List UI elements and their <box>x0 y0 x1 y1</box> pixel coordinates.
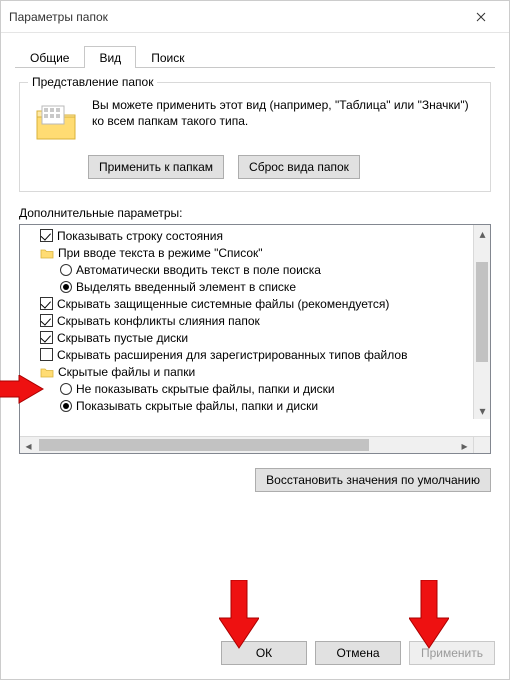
tree-items: Показывать строку состояния При вводе тек… <box>20 227 490 414</box>
tree-item-label: Скрывать защищенные системные файлы (рек… <box>57 297 389 311</box>
checkbox-icon[interactable] <box>40 297 53 310</box>
tree-item[interactable]: Скрывать пустые диски <box>22 329 488 346</box>
tree-item[interactable]: Скрывать конфликты слияния папок <box>22 312 488 329</box>
ok-button[interactable]: ОК <box>221 641 307 665</box>
apply-to-folders-button[interactable]: Применить к папкам <box>88 155 224 179</box>
tree-item-label: Не показывать скрытые файлы, папки и дис… <box>76 382 335 396</box>
tree-item-label: Показывать скрытые файлы, папки и диски <box>76 399 318 413</box>
checkbox-icon[interactable] <box>40 348 53 361</box>
tree-item: При вводе текста в режиме "Список" <box>22 244 488 261</box>
tab-general[interactable]: Общие <box>15 46 84 68</box>
tree-item-label: Автоматически вводить текст в поле поиск… <box>76 263 321 277</box>
horizontal-scroll-thumb[interactable] <box>39 439 369 451</box>
checkbox-icon[interactable] <box>40 331 53 344</box>
tabstrip: Общие Вид Поиск <box>15 43 495 68</box>
scroll-up-icon: ▴ <box>474 225 490 242</box>
folder-views-group: Представление папок Вы можете применить … <box>19 82 491 192</box>
checkbox-icon[interactable] <box>40 229 53 242</box>
tree-viewport: Показывать строку состояния При вводе тек… <box>20 225 490 436</box>
folder-options-dialog: Параметры папок Общие Вид Поиск Представ… <box>0 0 510 680</box>
tree-item[interactable]: Не показывать скрытые файлы, папки и дис… <box>22 380 488 397</box>
radio-icon[interactable] <box>60 281 72 293</box>
scroll-left-icon: ◂ <box>20 437 37 454</box>
folder-icon <box>40 366 54 378</box>
folder-icon <box>40 247 54 259</box>
tab-search[interactable]: Поиск <box>136 46 199 68</box>
apply-button[interactable]: Применить <box>409 641 495 665</box>
radio-icon[interactable] <box>60 264 72 276</box>
tree-item[interactable]: Автоматически вводить текст в поле поиск… <box>22 261 488 278</box>
tree-item-label: Скрывать конфликты слияния папок <box>57 314 260 328</box>
window-title: Параметры папок <box>9 10 461 24</box>
tree-item-label: Выделять введенный элемент в списке <box>76 280 296 294</box>
titlebar: Параметры папок <box>1 1 509 33</box>
close-icon <box>476 12 486 22</box>
folder-views-legend: Представление папок <box>28 75 157 89</box>
tree-item[interactable]: Выделять введенный элемент в списке <box>22 278 488 295</box>
tree-item-label: Скрывать расширения для зарегистрированн… <box>57 348 407 362</box>
folder-views-text: Вы можете применить этот вид (например, … <box>92 97 480 143</box>
checkbox-icon[interactable] <box>40 314 53 327</box>
dialog-body: Общие Вид Поиск Представление папок <box>1 33 509 631</box>
restore-defaults-button[interactable]: Восстановить значения по умолчанию <box>255 468 491 492</box>
tab-view[interactable]: Вид <box>84 46 136 68</box>
radio-icon[interactable] <box>60 383 72 395</box>
tree-item: Скрытые файлы и папки <box>22 363 488 380</box>
folder-views-icon <box>34 99 78 143</box>
tree-item-label: Показывать строку состояния <box>57 229 223 243</box>
advanced-settings-tree: Показывать строку состояния При вводе тек… <box>19 224 491 454</box>
radio-icon[interactable] <box>60 400 72 412</box>
dialog-footer: ОК Отмена Применить <box>1 631 509 679</box>
tree-item[interactable]: Скрывать защищенные системные файлы (рек… <box>22 295 488 312</box>
close-button[interactable] <box>461 3 501 31</box>
tree-item[interactable]: Показывать строку состояния <box>22 227 488 244</box>
horizontal-scrollbar[interactable]: ◂ ▸ <box>20 436 490 453</box>
reset-folders-button[interactable]: Сброс вида папок <box>238 155 360 179</box>
advanced-settings-label: Дополнительные параметры: <box>19 206 491 220</box>
cancel-button[interactable]: Отмена <box>315 641 401 665</box>
tree-item-label: При вводе текста в режиме "Список" <box>58 246 263 260</box>
scroll-right-icon: ▸ <box>456 437 473 454</box>
vertical-scrollbar[interactable]: ▴ ▾ <box>473 225 490 419</box>
tree-item[interactable]: Скрывать расширения для зарегистрированн… <box>22 346 488 363</box>
tree-item-label: Скрывать пустые диски <box>57 331 188 345</box>
tree-item-label: Скрытые файлы и папки <box>58 365 195 379</box>
scroll-down-icon: ▾ <box>474 402 490 419</box>
tree-item[interactable]: Показывать скрытые файлы, папки и диски <box>22 397 488 414</box>
vertical-scroll-thumb[interactable] <box>476 262 488 362</box>
